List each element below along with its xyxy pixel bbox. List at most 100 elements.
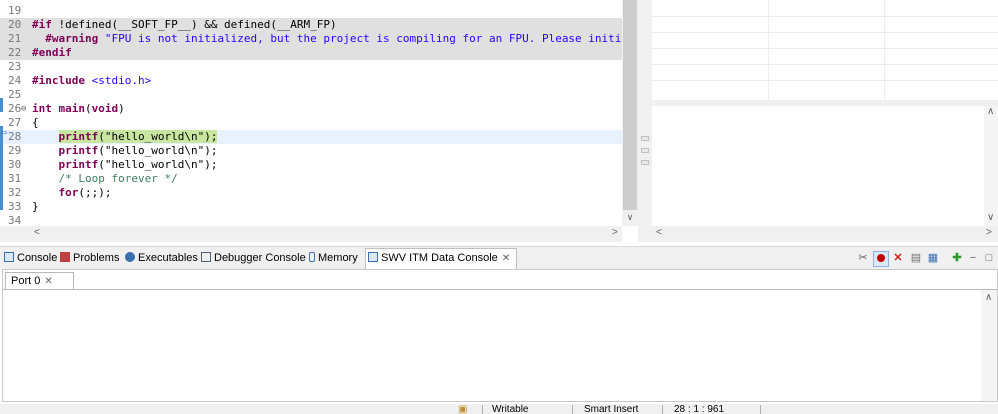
debugger-console-icon xyxy=(201,252,211,262)
add-port-icon[interactable]: ✚ xyxy=(950,251,964,265)
line-number: 19 xyxy=(8,4,22,17)
variables-table[interactable] xyxy=(652,0,998,100)
scroll-right-icon[interactable]: > xyxy=(612,227,618,238)
start-trace-record-icon[interactable] xyxy=(873,251,889,267)
tab-label: Problems xyxy=(73,252,120,264)
code-line[interactable]: 26 ⊖ int main(void) xyxy=(0,102,622,116)
code-token: #include xyxy=(32,74,85,87)
code-editor[interactable]: 19 20 #if !defined(__SOFT_FP__) && defined… xyxy=(0,0,638,242)
configure-trace-icon[interactable]: ✂ xyxy=(856,251,870,265)
maximize-view-icon[interactable]: □ xyxy=(982,251,996,265)
line-number: 31 xyxy=(8,172,22,185)
code-line[interactable]: 19 xyxy=(0,4,622,18)
code-token: #endif xyxy=(32,46,72,59)
scroll-left-icon[interactable]: < xyxy=(656,227,662,238)
sash-handle xyxy=(641,136,649,141)
tab-executables[interactable]: Executables xyxy=(125,249,198,268)
problems-icon xyxy=(60,252,70,262)
memory-icon xyxy=(309,252,315,262)
line-number: 22 xyxy=(8,46,22,59)
code-text: #include <stdio.h> xyxy=(32,74,151,88)
code-token: printf xyxy=(58,130,99,143)
code-token: #if xyxy=(32,18,52,31)
line-number: 23 xyxy=(8,60,22,73)
tab-problems[interactable]: Problems xyxy=(60,249,119,268)
minimize-view-icon[interactable]: − xyxy=(966,251,980,265)
line-number: 24 xyxy=(8,74,22,87)
code-line[interactable]: 24 #include <stdio.h> xyxy=(0,74,622,88)
scroll-up-icon[interactable]: ∧ xyxy=(987,106,994,117)
code-token: } xyxy=(32,200,39,213)
code-area[interactable]: 19 20 #if !defined(__SOFT_FP__) && defined… xyxy=(0,0,622,226)
tab-label: Console xyxy=(17,252,58,264)
line-number: 34 xyxy=(8,214,22,226)
code-token: (;;); xyxy=(78,186,112,199)
tab-label: Memory xyxy=(318,252,358,264)
code-token: int xyxy=(32,102,52,115)
status-insert-mode: Smart Insert xyxy=(584,404,639,414)
editor-horizontal-scrollbar[interactable]: < > xyxy=(0,226,622,242)
code-token: /* Loop forever */ xyxy=(32,172,178,185)
tab-swv-itm-data-console[interactable]: SWV ITM Data Console ✕ xyxy=(365,248,518,270)
sash-handle xyxy=(641,160,649,165)
code-text: #if !defined(__SOFT_FP__) && defined(__A… xyxy=(32,18,337,32)
code-token: main xyxy=(58,102,86,115)
code-line[interactable]: 32 for(;;); xyxy=(0,186,622,200)
line-number: 27 xyxy=(8,116,22,129)
clear-console-icon[interactable]: ▤ xyxy=(909,251,923,265)
debug-arrow-icon: ⇨ xyxy=(1,128,8,137)
scroll-down-icon[interactable]: ∨ xyxy=(622,212,638,226)
code-token: printf xyxy=(58,144,99,157)
executables-icon xyxy=(125,252,135,262)
code-line[interactable]: 22 #endif xyxy=(0,46,622,60)
tab-port-0[interactable]: Port 0 ✕ xyxy=(5,272,74,290)
save-log-icon[interactable]: ▦ xyxy=(926,251,940,265)
console-icon xyxy=(4,252,14,262)
tab-console[interactable]: Console xyxy=(4,249,57,268)
change-marker xyxy=(0,126,3,210)
status-bar: ▣ Writable Smart Insert 28 : 1 : 961 xyxy=(0,404,998,414)
code-line[interactable]: 23 xyxy=(0,60,622,74)
code-line[interactable]: 29 printf("hello_world\n"); xyxy=(0,144,622,158)
code-line[interactable]: 27 { xyxy=(0,116,622,130)
details-pane[interactable] xyxy=(652,106,998,226)
status-mode: Writable xyxy=(492,404,529,414)
swv-itm-console-area[interactable]: Port 0 ✕ ∧ xyxy=(2,269,998,402)
code-line[interactable]: 30 printf("hello_world\n"); xyxy=(0,158,622,172)
console-vertical-scrollbar[interactable]: ∧ xyxy=(981,290,997,401)
scroll-down-icon[interactable]: ∨ xyxy=(987,212,994,223)
pane-sash[interactable] xyxy=(638,0,652,242)
line-number: 28 xyxy=(8,130,22,143)
code-line[interactable]: 28 printf("hello_world\n"); xyxy=(0,130,622,144)
code-token: void xyxy=(91,102,119,115)
code-line[interactable]: 34 xyxy=(0,214,622,226)
code-line[interactable]: 33} xyxy=(0,200,622,214)
code-text: /* Loop forever */ xyxy=(32,172,178,186)
details-horizontal-scrollbar[interactable]: < > xyxy=(652,226,998,242)
code-text: int main(void) xyxy=(32,102,125,116)
line-number: 33 xyxy=(8,200,22,213)
scroll-left-icon[interactable]: < xyxy=(34,227,40,238)
tab-memory[interactable]: Memory xyxy=(309,249,358,268)
close-port-tab-icon[interactable]: ✕ xyxy=(44,276,52,287)
port-tab-label: Port 0 xyxy=(11,275,41,287)
remove-all-icon[interactable]: ✕ xyxy=(891,251,905,265)
code-line[interactable]: 20 #if !defined(__SOFT_FP__) && defined(_… xyxy=(0,18,622,32)
code-token: ("hello_world\n"); xyxy=(98,130,218,143)
code-token: !defined(__SOFT_FP__) && defined(__ARM_F… xyxy=(51,18,337,31)
code-line[interactable]: 21 #warning "FPU is not initialized, but… xyxy=(0,32,622,46)
bottom-view-tabbar: Console Problems Executables Debugger Co… xyxy=(0,246,998,270)
details-vertical-scrollbar[interactable]: ∧ ∨ xyxy=(984,106,998,226)
scroll-right-icon[interactable]: > xyxy=(986,227,992,238)
code-text: #warning "FPU is not initialized, but th… xyxy=(32,32,622,46)
close-tab-icon[interactable]: ✕ xyxy=(502,253,510,264)
code-line[interactable]: 25 xyxy=(0,88,622,102)
code-line[interactable]: 31 /* Loop forever */ xyxy=(0,172,622,186)
fold-collapse-icon[interactable]: ⊖ xyxy=(21,102,26,116)
tab-debugger-console[interactable]: Debugger Console xyxy=(201,249,306,268)
code-token: for xyxy=(58,186,79,199)
code-text: for(;;); xyxy=(32,186,112,200)
editor-scroll-thumb[interactable] xyxy=(623,0,637,210)
code-token: ("hello_world\n"); xyxy=(98,158,218,171)
scroll-up-icon[interactable]: ∧ xyxy=(985,292,992,303)
